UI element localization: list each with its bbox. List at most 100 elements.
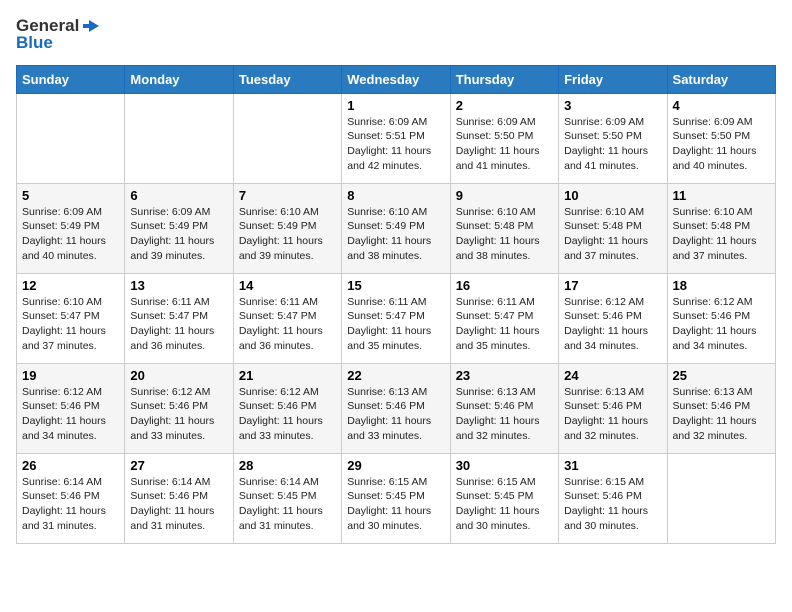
page-header: General Blue xyxy=(16,16,776,53)
calendar-cell: 28Sunrise: 6:14 AMSunset: 5:45 PMDayligh… xyxy=(233,453,341,543)
day-info: Sunrise: 6:11 AMSunset: 5:47 PMDaylight:… xyxy=(130,295,227,354)
day-info: Sunrise: 6:12 AMSunset: 5:46 PMDaylight:… xyxy=(130,385,227,444)
header-row: SundayMondayTuesdayWednesdayThursdayFrid… xyxy=(17,65,776,93)
calendar-cell: 22 Sunrise: 6:13 AMSunset: 5:46 PMDayligh… xyxy=(342,363,450,453)
day-info: Sunrise: 6:09 AMSunset: 5:51 PMDaylight:… xyxy=(347,115,444,174)
day-number: 19 xyxy=(22,368,119,383)
calendar-table: SundayMondayTuesdayWednesdayThursdayFrid… xyxy=(16,65,776,544)
day-number: 9 xyxy=(456,188,553,203)
day-number: 29 xyxy=(347,458,444,473)
day-info: Sunrise: 6:10 AMSunset: 5:49 PMDaylight:… xyxy=(239,205,336,264)
calendar-cell: 19 Sunrise: 6:12 AMSunset: 5:46 PMDayligh… xyxy=(17,363,125,453)
day-info: Sunrise: 6:09 AMSunset: 5:49 PMDaylight:… xyxy=(22,205,119,264)
calendar-cell xyxy=(17,93,125,183)
day-info: Sunrise: 6:14 AMSunset: 5:46 PMDaylight:… xyxy=(130,475,227,534)
day-info: Sunrise: 6:12 AMSunset: 5:46 PMDaylight:… xyxy=(673,295,770,354)
day-number: 2 xyxy=(456,98,553,113)
calendar-cell: 27 Sunrise: 6:14 AMSunset: 5:46 PMDayligh… xyxy=(125,453,233,543)
logo-arrow-icon xyxy=(81,16,101,36)
day-number: 21 xyxy=(239,368,336,383)
calendar-cell: 20 Sunrise: 6:12 AMSunset: 5:46 PMDayligh… xyxy=(125,363,233,453)
calendar-cell: 10 Sunrise: 6:10 AMSunset: 5:48 PMDayligh… xyxy=(559,183,667,273)
day-info: Sunrise: 6:12 AMSunset: 5:46 PMDaylight:… xyxy=(239,385,336,444)
day-info: Sunrise: 6:13 AMSunset: 5:46 PMDaylight:… xyxy=(456,385,553,444)
calendar-cell: 26Sunrise: 6:14 AMSunset: 5:46 PMDayligh… xyxy=(17,453,125,543)
logo-blue: Blue xyxy=(16,34,101,53)
day-header-wednesday: Wednesday xyxy=(342,65,450,93)
day-info: Sunrise: 6:10 AMSunset: 5:49 PMDaylight:… xyxy=(347,205,444,264)
day-info: Sunrise: 6:09 AMSunset: 5:49 PMDaylight:… xyxy=(130,205,227,264)
calendar-cell: 3Sunrise: 6:09 AMSunset: 5:50 PMDaylight… xyxy=(559,93,667,183)
day-info: Sunrise: 6:13 AMSunset: 5:46 PMDaylight:… xyxy=(673,385,770,444)
day-info: Sunrise: 6:15 AMSunset: 5:45 PMDaylight:… xyxy=(347,475,444,534)
day-info: Sunrise: 6:15 AMSunset: 5:46 PMDaylight:… xyxy=(564,475,661,534)
day-info: Sunrise: 6:10 AMSunset: 5:48 PMDaylight:… xyxy=(564,205,661,264)
logo: General Blue xyxy=(16,16,101,53)
day-number: 8 xyxy=(347,188,444,203)
calendar-cell: 24 Sunrise: 6:13 AMSunset: 5:46 PMDayligh… xyxy=(559,363,667,453)
calendar-cell: 23 Sunrise: 6:13 AMSunset: 5:46 PMDayligh… xyxy=(450,363,558,453)
day-info: Sunrise: 6:15 AMSunset: 5:45 PMDaylight:… xyxy=(456,475,553,534)
calendar-cell: 11Sunrise: 6:10 AMSunset: 5:48 PMDayligh… xyxy=(667,183,775,273)
calendar-cell xyxy=(667,453,775,543)
calendar-cell: 31 Sunrise: 6:15 AMSunset: 5:46 PMDayligh… xyxy=(559,453,667,543)
day-info: Sunrise: 6:12 AMSunset: 5:46 PMDaylight:… xyxy=(22,385,119,444)
day-info: Sunrise: 6:09 AMSunset: 5:50 PMDaylight:… xyxy=(456,115,553,174)
day-number: 24 xyxy=(564,368,661,383)
calendar-cell xyxy=(125,93,233,183)
day-number: 1 xyxy=(347,98,444,113)
calendar-week-4: 19 Sunrise: 6:12 AMSunset: 5:46 PMDayligh… xyxy=(17,363,776,453)
day-number: 31 xyxy=(564,458,661,473)
calendar-cell: 2 Sunrise: 6:09 AMSunset: 5:50 PMDaylight… xyxy=(450,93,558,183)
calendar-cell: 29 Sunrise: 6:15 AMSunset: 5:45 PMDayligh… xyxy=(342,453,450,543)
day-info: Sunrise: 6:10 AMSunset: 5:47 PMDaylight:… xyxy=(22,295,119,354)
day-number: 7 xyxy=(239,188,336,203)
calendar-cell: 14Sunrise: 6:11 AMSunset: 5:47 PMDayligh… xyxy=(233,273,341,363)
calendar-cell xyxy=(233,93,341,183)
day-number: 17 xyxy=(564,278,661,293)
day-number: 23 xyxy=(456,368,553,383)
calendar-week-1: 1 Sunrise: 6:09 AMSunset: 5:51 PMDaylight… xyxy=(17,93,776,183)
calendar-cell: 1 Sunrise: 6:09 AMSunset: 5:51 PMDaylight… xyxy=(342,93,450,183)
day-info: Sunrise: 6:13 AMSunset: 5:46 PMDaylight:… xyxy=(564,385,661,444)
calendar-body: 1 Sunrise: 6:09 AMSunset: 5:51 PMDaylight… xyxy=(17,93,776,543)
calendar-cell: 13 Sunrise: 6:11 AMSunset: 5:47 PMDayligh… xyxy=(125,273,233,363)
day-number: 27 xyxy=(130,458,227,473)
day-header-monday: Monday xyxy=(125,65,233,93)
day-header-tuesday: Tuesday xyxy=(233,65,341,93)
day-header-saturday: Saturday xyxy=(667,65,775,93)
calendar-cell: 25 Sunrise: 6:13 AMSunset: 5:46 PMDayligh… xyxy=(667,363,775,453)
day-header-thursday: Thursday xyxy=(450,65,558,93)
day-header-sunday: Sunday xyxy=(17,65,125,93)
day-info: Sunrise: 6:14 AMSunset: 5:46 PMDaylight:… xyxy=(22,475,119,534)
day-number: 15 xyxy=(347,278,444,293)
day-number: 4 xyxy=(673,98,770,113)
day-number: 22 xyxy=(347,368,444,383)
day-info: Sunrise: 6:10 AMSunset: 5:48 PMDaylight:… xyxy=(673,205,770,264)
day-number: 5 xyxy=(22,188,119,203)
calendar-cell: 30 Sunrise: 6:15 AMSunset: 5:45 PMDayligh… xyxy=(450,453,558,543)
calendar-cell: 21 Sunrise: 6:12 AMSunset: 5:46 PMDayligh… xyxy=(233,363,341,453)
day-info: Sunrise: 6:12 AMSunset: 5:46 PMDaylight:… xyxy=(564,295,661,354)
day-number: 30 xyxy=(456,458,553,473)
calendar-cell: 4 Sunrise: 6:09 AMSunset: 5:50 PMDaylight… xyxy=(667,93,775,183)
calendar-cell: 7 Sunrise: 6:10 AMSunset: 5:49 PMDaylight… xyxy=(233,183,341,273)
calendar-cell: 6 Sunrise: 6:09 AMSunset: 5:49 PMDaylight… xyxy=(125,183,233,273)
calendar-cell: 12 Sunrise: 6:10 AMSunset: 5:47 PMDayligh… xyxy=(17,273,125,363)
calendar-cell: 16Sunrise: 6:11 AMSunset: 5:47 PMDayligh… xyxy=(450,273,558,363)
day-header-friday: Friday xyxy=(559,65,667,93)
day-number: 12 xyxy=(22,278,119,293)
day-info: Sunrise: 6:11 AMSunset: 5:47 PMDaylight:… xyxy=(239,295,336,354)
calendar-cell: 8 Sunrise: 6:10 AMSunset: 5:49 PMDaylight… xyxy=(342,183,450,273)
day-info: Sunrise: 6:13 AMSunset: 5:46 PMDaylight:… xyxy=(347,385,444,444)
day-number: 16 xyxy=(456,278,553,293)
calendar-cell: 15Sunrise: 6:11 AMSunset: 5:47 PMDayligh… xyxy=(342,273,450,363)
day-number: 6 xyxy=(130,188,227,203)
day-number: 3 xyxy=(564,98,661,113)
day-number: 28 xyxy=(239,458,336,473)
day-info: Sunrise: 6:09 AMSunset: 5:50 PMDaylight:… xyxy=(673,115,770,174)
day-number: 20 xyxy=(130,368,227,383)
day-number: 25 xyxy=(673,368,770,383)
day-number: 10 xyxy=(564,188,661,203)
day-number: 13 xyxy=(130,278,227,293)
